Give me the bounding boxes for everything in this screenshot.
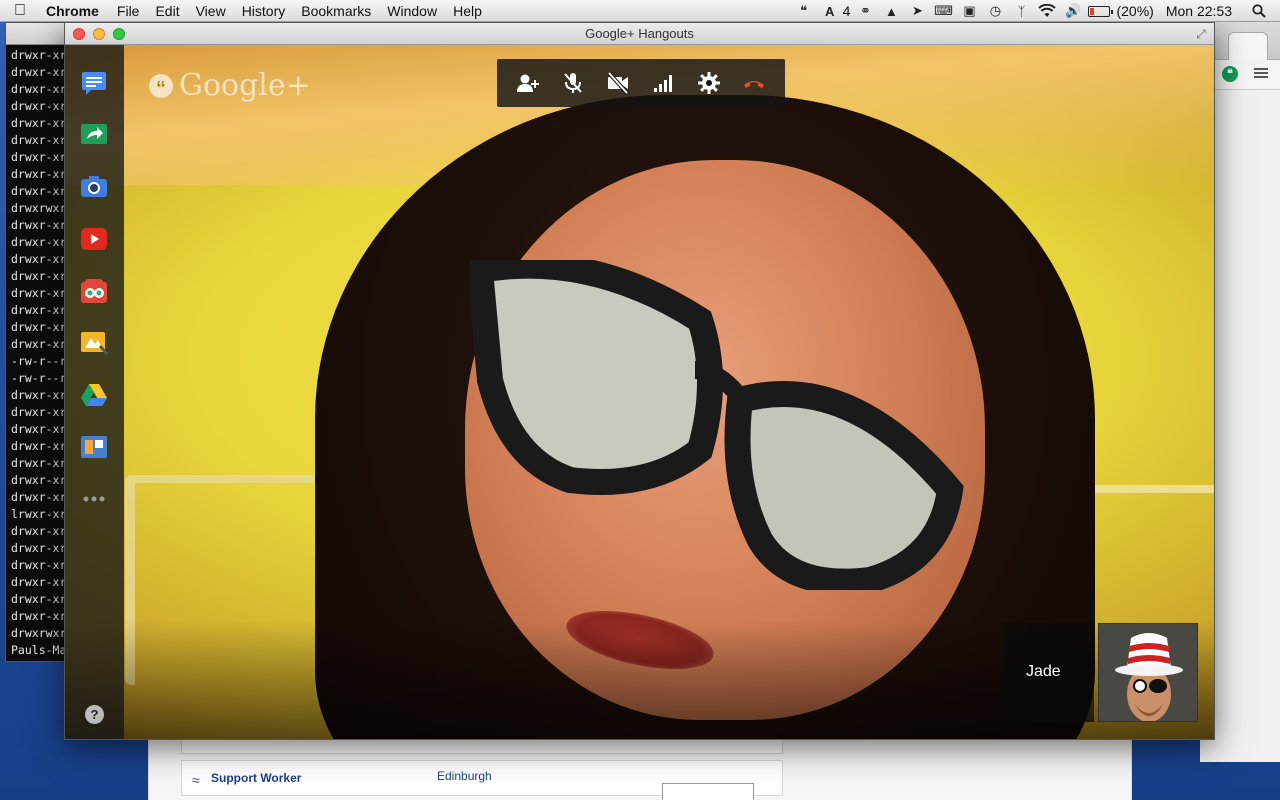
- window-zoom-button[interactable]: [113, 28, 125, 40]
- hangouts-window: Google+ Hangouts ⤢ “ Google+ ? Jade: [64, 22, 1215, 740]
- send-status-icon[interactable]: ➤: [906, 0, 928, 22]
- menu-help[interactable]: Help: [445, 3, 490, 19]
- sync-status-icon[interactable]: ⚭: [854, 0, 876, 22]
- clock[interactable]: Mon 22:53: [1158, 3, 1246, 19]
- hang-up-button[interactable]: [736, 65, 772, 101]
- chrome-new-tab[interactable]: [1228, 32, 1268, 60]
- spotlight-search-icon[interactable]: [1248, 0, 1270, 22]
- hangouts-extension-icon[interactable]: ❝: [1222, 66, 1238, 82]
- display-status-icon[interactable]: ▣: [958, 0, 980, 22]
- chrome-menu-icon[interactable]: [1254, 66, 1268, 80]
- job-listing-page: ≈ Support Worker Edinburgh: [148, 740, 1132, 800]
- remote-desktop-icon[interactable]: [80, 330, 108, 356]
- effects-icon[interactable]: [80, 278, 108, 304]
- window-title: Google+ Hangouts: [585, 26, 694, 41]
- window-minimize-button[interactable]: [93, 28, 105, 40]
- settings-icon: [697, 72, 720, 94]
- participant-glasses: [470, 260, 964, 590]
- call-toolbar: [497, 59, 785, 107]
- menu-bookmarks[interactable]: Bookmarks: [293, 3, 379, 19]
- brand-text: Google+: [179, 68, 311, 103]
- battery-percent: (20%): [1116, 3, 1154, 19]
- hang-up-icon: [744, 81, 765, 88]
- app-menu-chrome[interactable]: Chrome: [40, 3, 109, 19]
- google-plus-logo: “ Google+: [149, 68, 311, 103]
- youtube-icon[interactable]: [80, 226, 108, 252]
- alert-status-icon[interactable]: ▲: [880, 0, 902, 22]
- job-row-previous: [181, 740, 783, 754]
- job-apply-button[interactable]: [662, 783, 754, 800]
- more-icon[interactable]: [80, 486, 108, 512]
- share-screen-icon[interactable]: [80, 122, 108, 148]
- chat-icon[interactable]: [80, 70, 108, 96]
- settings-button[interactable]: [691, 65, 727, 101]
- menu-view[interactable]: View: [188, 3, 234, 19]
- status-area: ❝ A 4 ⚭ ▲ ➤ ⌨ ▣ ◷ ᛉ 🔊 (20%) Mon 22:53: [791, 0, 1280, 22]
- invite-button[interactable]: [510, 65, 546, 101]
- adobe-status-icon[interactable]: A: [819, 0, 841, 22]
- menu-history[interactable]: History: [234, 3, 294, 19]
- mute-mic-button[interactable]: [555, 65, 591, 101]
- bandwidth-button[interactable]: [646, 65, 682, 101]
- volume-icon[interactable]: 🔊: [1062, 0, 1084, 22]
- mute-mic-icon: [564, 73, 582, 93]
- wifi-icon[interactable]: [1036, 0, 1058, 22]
- help-button[interactable]: ?: [85, 705, 104, 724]
- hangouts-status-icon[interactable]: ❝: [793, 0, 815, 22]
- bandwidth-icon: [653, 75, 672, 92]
- participant-name-card[interactable]: Jade: [1004, 623, 1094, 722]
- participant-name: Jade: [1026, 663, 1061, 680]
- apple-menu-icon[interactable]: : [0, 2, 40, 20]
- job-location: Edinburgh: [437, 769, 492, 783]
- job-category-icon: ≈: [192, 772, 200, 788]
- battery-icon[interactable]: [1088, 0, 1114, 22]
- fullscreen-icon[interactable]: ⤢: [1194, 27, 1208, 41]
- hangouts-logo-icon: “: [149, 73, 173, 100]
- self-view-avatar: [1099, 624, 1197, 721]
- apps-rail: ?: [65, 45, 124, 739]
- capture-icon[interactable]: [80, 174, 108, 200]
- job-title-link[interactable]: Support Worker: [211, 771, 301, 785]
- menu-file[interactable]: File: [109, 3, 148, 19]
- time-machine-icon[interactable]: ◷: [984, 0, 1006, 22]
- camera-off-icon: [607, 71, 629, 95]
- menu-window[interactable]: Window: [379, 3, 445, 19]
- menu-bar:  Chrome File Edit View History Bookmark…: [0, 0, 1280, 22]
- self-view-thumbnail[interactable]: [1098, 623, 1198, 722]
- job-row[interactable]: ≈ Support Worker Edinburgh: [181, 760, 783, 800]
- bluetooth-icon[interactable]: ᛉ: [1010, 0, 1032, 22]
- hangouts-titlebar[interactable]: Google+ Hangouts ⤢: [65, 23, 1214, 45]
- window-close-button[interactable]: [73, 28, 85, 40]
- drive-icon[interactable]: [80, 382, 108, 408]
- camera-off-button[interactable]: [600, 65, 636, 101]
- status-count: 4: [842, 3, 851, 19]
- scoop-icon[interactable]: [80, 434, 108, 460]
- menu-edit[interactable]: Edit: [147, 3, 187, 19]
- invite-icon: [516, 74, 539, 92]
- keyboard-status-icon[interactable]: ⌨: [932, 0, 954, 22]
